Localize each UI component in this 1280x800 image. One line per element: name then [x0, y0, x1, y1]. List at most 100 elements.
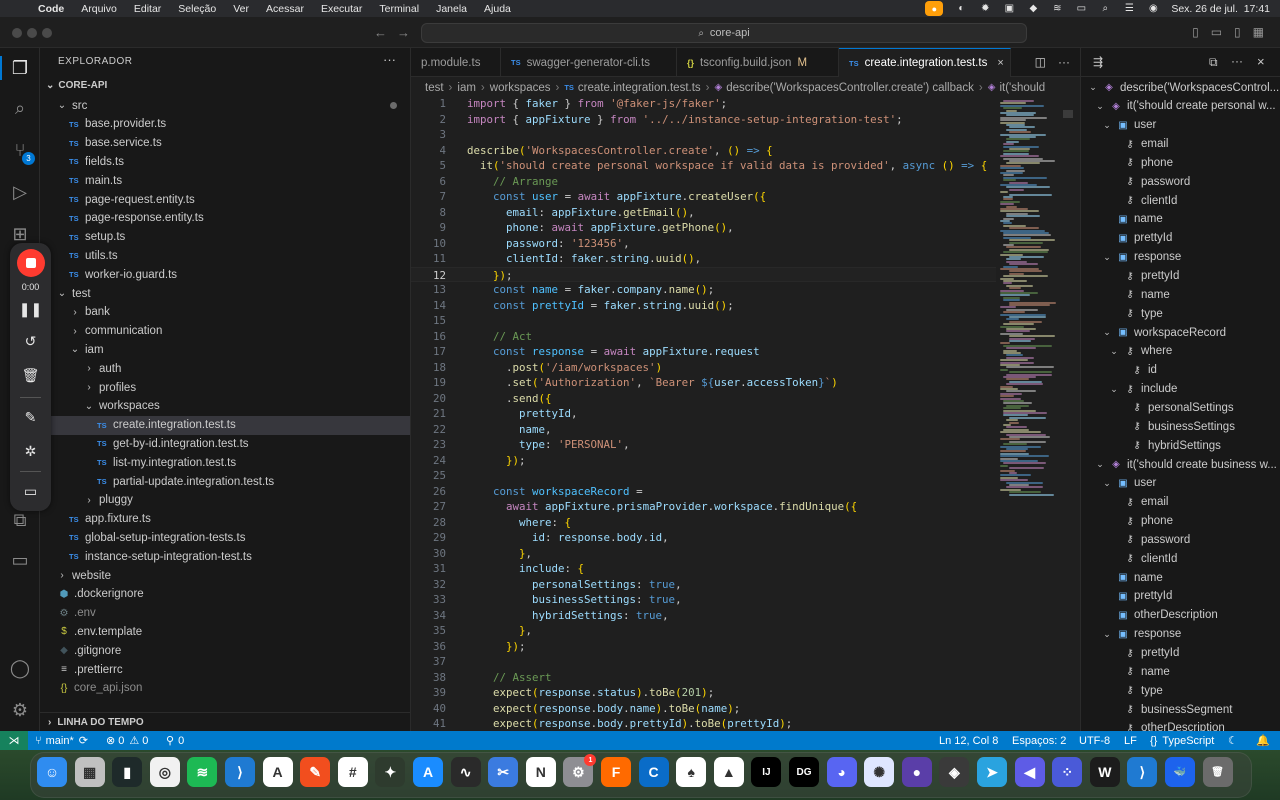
ports-indicator[interactable]: ⚲ 0: [166, 731, 184, 750]
outline-item[interactable]: ⚷ email: [1081, 135, 1280, 154]
code-line[interactable]: 13 const name = faker.company.name();: [411, 282, 996, 298]
pause-icon[interactable]: ❚❚: [10, 301, 51, 318]
menu-executar[interactable]: Executar: [321, 3, 362, 15]
code-line[interactable]: 40 expect(response.body.name).toBe(name)…: [411, 701, 996, 717]
file-item[interactable]: TS base.provider.ts: [40, 115, 410, 134]
app-store-icon[interactable]: A: [413, 757, 443, 787]
vscode-icon[interactable]: ⟩: [225, 757, 255, 787]
chrome-icon[interactable]: ◎: [149, 757, 180, 787]
settings-icon[interactable]: ⚙ 1: [563, 754, 597, 787]
chevron-down-icon[interactable]: ⌄: [1108, 346, 1120, 357]
code-line[interactable]: 10 password: '123456',: [411, 236, 996, 252]
close-panel-icon[interactable]: ×: [1257, 54, 1265, 69]
app-icon-a[interactable]: A: [262, 757, 293, 787]
tab-tsconfig[interactable]: {} tsconfig.build.json M: [677, 48, 839, 77]
outline-item[interactable]: ▣ name: [1081, 568, 1280, 587]
app-icon-teal[interactable]: ▮: [112, 757, 143, 787]
chevron-down-icon[interactable]: ⌄: [1108, 384, 1120, 395]
minimap[interactable]: [996, 96, 1080, 731]
outline-item[interactable]: ⌄ ⚷ include: [1081, 380, 1280, 399]
code-line[interactable]: 9 phone: await appFixture.getPhone(),: [411, 220, 996, 236]
minimize-window-button[interactable]: [27, 28, 37, 38]
outline-item[interactable]: ⌄ ▣ workspaceRecord: [1081, 323, 1280, 342]
folder-item[interactable]: › auth: [40, 359, 410, 378]
outline-icon[interactable]: ⇶: [1093, 55, 1103, 69]
outline-item[interactable]: ⚷ id: [1081, 361, 1280, 380]
discord-icon[interactable]: ◕: [826, 757, 857, 787]
search-icon[interactable]: ⌕: [8, 96, 32, 120]
warnings-widget-icon[interactable]: W: [1089, 757, 1120, 787]
code-line[interactable]: 33 businessSettings: true,: [411, 592, 996, 608]
breadcrumb-item[interactable]: test: [425, 82, 444, 94]
file-item[interactable]: TS instance-setup-integration-test.ts: [40, 547, 410, 566]
code-line[interactable]: 14 const prettyId = faker.string.uuid();: [411, 298, 996, 314]
file-item[interactable]: $ .env.template: [40, 622, 410, 641]
outline-item[interactable]: ▣ otherDescription: [1081, 606, 1280, 625]
file-item[interactable]: ≡ .prettierrc: [40, 660, 410, 679]
menu-datetime[interactable]: Sex. 26 de jul. 17:41: [1171, 3, 1270, 15]
code-line[interactable]: 25: [411, 468, 996, 484]
tray-icon-c[interactable]: ▣: [1003, 3, 1015, 14]
outline-item[interactable]: ⌄ ◈ it('should create personal w...: [1081, 97, 1280, 116]
forward-arrow-icon[interactable]: →: [397, 25, 410, 40]
explorer-icon[interactable]: ❐: [8, 56, 32, 80]
tab-create-integration-test[interactable]: TS create.integration.test.ts ×: [839, 48, 1011, 77]
code-line[interactable]: 11 clientId: faker.string.uuid(),: [411, 251, 996, 267]
folder-item[interactable]: ⌄ test: [40, 284, 410, 303]
unity-icon[interactable]: ◈: [939, 757, 970, 787]
problems-indicator[interactable]: ⊗ 0 ⚠ 0: [106, 731, 148, 750]
matlab-icon[interactable]: ▲: [713, 757, 744, 787]
launchpad-icon[interactable]: ▦: [74, 757, 105, 787]
run-debug-icon[interactable]: ▷: [8, 180, 32, 204]
file-item[interactable]: TS fields.ts: [40, 152, 410, 171]
manage-gear-icon[interactable]: ⚙: [8, 698, 32, 722]
remote-indicator-icon[interactable]: ⋊: [0, 731, 28, 750]
app-icon-dots[interactable]: ⁘: [1052, 757, 1083, 787]
code-line[interactable]: 27 await appFixture.prismaProvider.works…: [411, 499, 996, 515]
menu-ver[interactable]: Ver: [233, 3, 249, 15]
code-line[interactable]: 38 // Assert: [411, 670, 996, 686]
docker-icon[interactable]: 🐳: [1165, 757, 1195, 787]
file-item[interactable]: TS partial-update.integration.test.ts: [40, 472, 410, 491]
split-editor-icon[interactable]: ◫: [1035, 55, 1046, 69]
folder-item[interactable]: ⌄ iam: [40, 340, 410, 359]
outline-item[interactable]: ⚷ password: [1081, 172, 1280, 191]
menu-editar[interactable]: Editar: [134, 3, 161, 15]
outline-item[interactable]: ⚷ personalSettings: [1081, 398, 1280, 417]
git-branch[interactable]: ⑂ main* ⟳: [35, 731, 88, 750]
code-line[interactable]: 30 },: [411, 546, 996, 562]
accounts-icon[interactable]: ◯: [8, 656, 32, 680]
code-editor[interactable]: 1 import { faker } from '@faker-js/faker'…: [411, 96, 996, 731]
chevron-down-icon[interactable]: ⌄: [1087, 82, 1099, 93]
folder-item[interactable]: ⌄ workspaces: [40, 397, 410, 416]
mongodb-icon[interactable]: ♠: [676, 757, 707, 787]
file-item[interactable]: TS page-request.entity.ts: [40, 190, 410, 209]
app-icon-rewind[interactable]: ◀: [1014, 757, 1045, 787]
file-item[interactable]: ⬢ .dockerignore: [40, 585, 410, 604]
folder-item[interactable]: › bank: [40, 303, 410, 322]
control-center-icon[interactable]: ☰: [1123, 3, 1135, 14]
outline-item[interactable]: ⚷ hybridSettings: [1081, 436, 1280, 455]
vscode-2-icon[interactable]: ⟩: [1127, 757, 1158, 787]
outline-item[interactable]: ⚷ phone: [1081, 153, 1280, 172]
menu-selecao[interactable]: Seleção: [178, 3, 216, 15]
code-line[interactable]: 21 prettyId,: [411, 406, 996, 422]
file-item[interactable]: {} core_api.json: [40, 679, 410, 698]
app-icon-pen[interactable]: ✎: [300, 757, 331, 787]
file-item[interactable]: TS setup.ts: [40, 228, 410, 247]
code-line[interactable]: 41 expect(response.body.prettyId).toBe(p…: [411, 716, 996, 731]
outline-item[interactable]: ⚷ businessSegment: [1081, 700, 1280, 719]
app-icon-sun[interactable]: ✺: [864, 757, 895, 787]
battery-icon[interactable]: ▭: [1075, 3, 1087, 14]
command-center-search[interactable]: ⌕ core-api: [421, 23, 1027, 43]
outline-item[interactable]: ⌄ ⚷ where: [1081, 342, 1280, 361]
code-line[interactable]: 6 // Arrange: [411, 174, 996, 190]
chevron-down-icon[interactable]: ⌄: [1094, 459, 1106, 470]
chevron-down-icon[interactable]: ⌄: [1101, 120, 1113, 131]
menu-janela[interactable]: Janela: [436, 3, 467, 15]
code-line[interactable]: 23 type: 'PERSONAL',: [411, 437, 996, 453]
encoding[interactable]: UTF-8: [1079, 731, 1110, 750]
outline-item[interactable]: ▣ prettyId: [1081, 587, 1280, 606]
file-item[interactable]: TS global-setup-integration-tests.ts: [40, 528, 410, 547]
file-item[interactable]: TS list-my.integration.test.ts: [40, 453, 410, 472]
